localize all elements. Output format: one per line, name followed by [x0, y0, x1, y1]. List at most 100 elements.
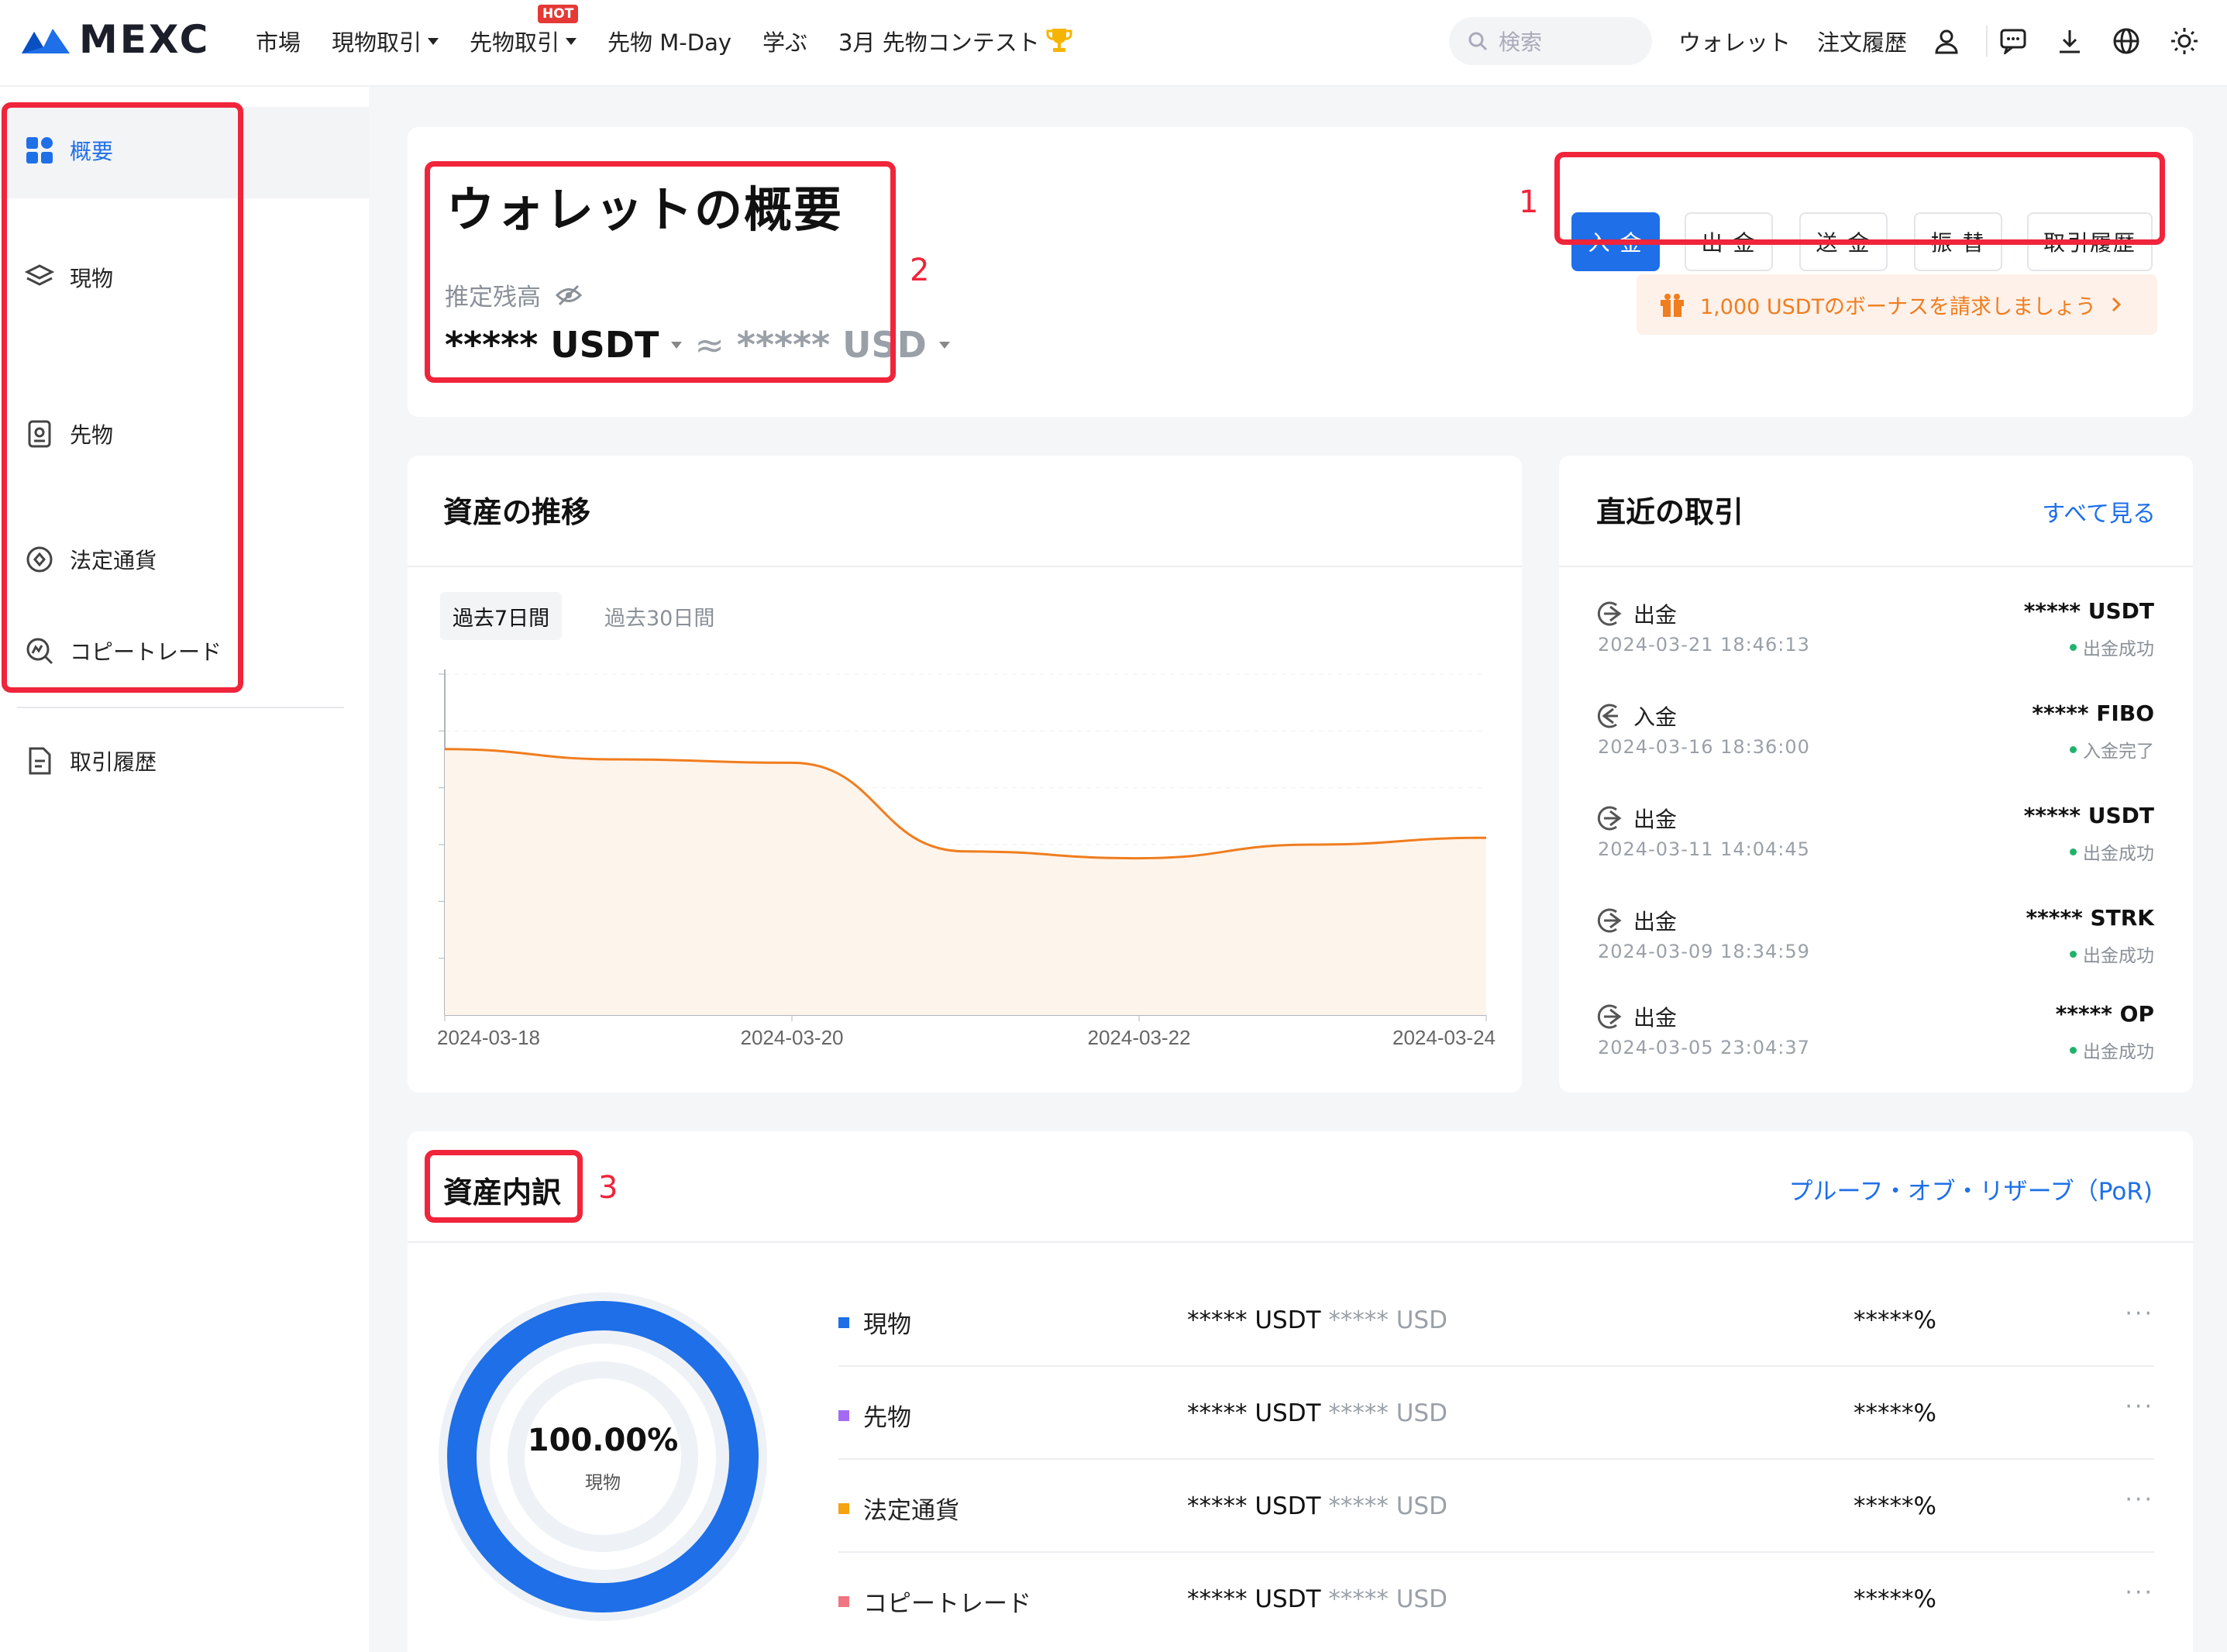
download-icon[interactable] [2057, 28, 2083, 54]
donut-label: 現物 [585, 1473, 621, 1493]
transaction-status-label: 出金成功 [2083, 639, 2154, 659]
annotation-box-sidebar [2, 102, 243, 693]
asset-name: コピートレード [838, 1584, 1031, 1619]
transaction-status: 出金成功 [2070, 1037, 2154, 1063]
transaction-amount: ***** STRK [2026, 905, 2154, 931]
transaction-type-label: 入金 [1633, 704, 1678, 730]
bonus-banner[interactable]: 1,000 USDTのボーナスを請求しましょう [1637, 274, 2157, 335]
mexc-logo[interactable]: MEXC [20, 17, 210, 62]
recent-transactions-title: 直近の取引 [1596, 495, 1744, 529]
asset-trend-title: 資産の推移 [443, 495, 591, 529]
transaction-status-label: 出金成功 [2083, 1042, 2154, 1062]
tab-7-days[interactable]: 過去7日間 [440, 592, 563, 640]
transaction-type: 出金 [1596, 905, 1677, 936]
transaction-status: 出金成功 [2070, 634, 2154, 660]
asset-name-label: コピートレード [863, 1590, 1031, 1618]
view-all-link[interactable]: すべて見る [2042, 494, 2156, 528]
transaction-row[interactable]: 出金 2024-03-21 18:46:13 ***** USDT 出金成功 [1596, 598, 2154, 683]
order-history-link[interactable]: 注文履歴 [1817, 25, 1907, 57]
transaction-row[interactable]: 出金 2024-03-09 18:34:59 ***** STRK 出金成功 [1596, 905, 2154, 990]
divider [1559, 566, 2193, 567]
theme-sun-icon[interactable] [2170, 26, 2199, 56]
proof-of-reserves-link[interactable]: プルーフ・オブ・リザーブ（PoR) [1789, 1172, 2153, 1206]
nav-learn[interactable]: 学ぶ [762, 25, 807, 57]
top-right-links: ウォレット 注文履歴 [1678, 0, 1988, 82]
annotation-box-breakdown [425, 1150, 583, 1223]
trophy-icon [1046, 29, 1072, 52]
nav-futures-contest[interactable]: 3月 先物コンテスト [838, 25, 1072, 57]
divider [408, 566, 1522, 567]
asset-row: 先物 ***** USDT ***** USD *****% ··· [838, 1367, 2154, 1460]
more-options-icon[interactable]: ··· [2125, 1393, 2154, 1420]
sidebar-item-label: 取引履歴 [70, 749, 157, 775]
document-icon [29, 747, 51, 775]
nav-markets[interactable]: 市場 [256, 25, 301, 57]
more-options-icon[interactable]: ··· [2125, 1579, 2154, 1606]
mexc-logo-icon [22, 29, 70, 53]
asset-trend-chart: 2024-03-18 2024-03-20 2024-03-22 2024-03-24 [437, 669, 1496, 1049]
more-options-icon[interactable]: ··· [2125, 1486, 2154, 1513]
chevron-down-icon [566, 37, 577, 45]
asset-amount-usdt: ***** USDT [1187, 1306, 1321, 1334]
more-options-icon[interactable]: ··· [2125, 1300, 2154, 1327]
legend-swatch [838, 1595, 849, 1607]
x-tick-label: 2024-03-20 [741, 1026, 844, 1049]
transaction-type: 入金 [1596, 700, 1677, 731]
series-area [445, 749, 1486, 1015]
asset-name-label: 現物 [863, 1311, 911, 1339]
asset-percentage: *****% [1854, 1492, 1936, 1520]
transaction-type-label: 出金 [1633, 1005, 1678, 1031]
nav-spot-trading[interactable]: 現物取引 [332, 25, 439, 57]
asset-amount: ***** USDT ***** USD [1187, 1492, 1447, 1520]
transaction-row[interactable]: 出金 2024-03-11 14:04:45 ***** USDT 出金成功 [1596, 803, 2154, 888]
transaction-amount: ***** FIBO [2032, 700, 2154, 726]
chevron-right-icon [2112, 297, 2122, 312]
deposit-arrow-icon [1597, 704, 1618, 728]
withdraw-arrow-icon [1597, 806, 1622, 831]
asset-row: 現物 ***** USDT ***** USD *****% ··· [838, 1274, 2154, 1367]
transaction-amount: ***** USDT [2023, 598, 2154, 624]
asset-amount-usd: ***** USD [1328, 1492, 1447, 1520]
transaction-row[interactable]: 出金 2024-03-05 23:04:37 ***** OP 出金成功 [1596, 1001, 2154, 1086]
asset-amount: ***** USDT ***** USD [1187, 1306, 1447, 1334]
asset-amount-usd: ***** USD [1328, 1585, 1447, 1613]
nav-learn-label: 学ぶ [762, 29, 808, 56]
annotation-label-1: 1 [1519, 184, 1539, 220]
top-navigation-bar: MEXC 市場 現物取引 HOT 先物取引 先物 M-Day 学ぶ 3月 先物コン… [0, 0, 2227, 87]
transaction-row[interactable]: 入金 2024-03-16 18:36:00 ***** FIBO 入金完了 [1596, 700, 2154, 786]
nav-futures-trading[interactable]: HOT 先物取引 [470, 5, 579, 57]
asset-amount-usd: ***** USD [1328, 1306, 1447, 1334]
transaction-status-label: 入金完了 [2083, 742, 2154, 762]
tab-30-days[interactable]: 過去30日間 [592, 592, 727, 640]
status-dot [2070, 1046, 2077, 1054]
transaction-type-label: 出金 [1633, 909, 1678, 934]
asset-name: 先物 [838, 1398, 911, 1433]
transaction-time: 2024-03-16 18:36:00 [1598, 736, 1810, 758]
withdraw-arrow-icon [1597, 1004, 1622, 1029]
asset-row: コピートレード ***** USDT ***** USD *****% ··· [838, 1553, 2154, 1646]
asset-row: 法定通貨 ***** USDT ***** USD *****% ··· [838, 1460, 2154, 1553]
asset-amount-usdt: ***** USDT [1187, 1585, 1321, 1613]
main-nav: 市場 現物取引 HOT 先物取引 先物 M-Day 学ぶ 3月 先物コンテスト [256, 0, 1072, 82]
transaction-status-label: 出金成功 [2083, 946, 2154, 966]
search-input[interactable]: 検索 [1449, 17, 1652, 65]
transaction-type: 出金 [1596, 1001, 1677, 1032]
globe-icon[interactable] [2112, 27, 2140, 55]
sidebar-divider [17, 707, 344, 708]
chevron-down-icon[interactable] [938, 341, 950, 349]
gift-icon [1661, 294, 1684, 317]
nav-futures-mday[interactable]: 先物 M-Day [608, 25, 731, 57]
wallet-link[interactable]: ウォレット [1678, 25, 1791, 57]
message-icon[interactable] [1999, 28, 2027, 54]
sidebar-item-transaction-history[interactable]: 取引履歴 [25, 745, 157, 776]
transaction-status-label: 出金成功 [2083, 844, 2154, 864]
asset-name: 法定通貨 [838, 1491, 959, 1526]
transaction-type: 出金 [1596, 803, 1677, 834]
nav-contest-label: 3月 先物コンテスト [838, 29, 1040, 56]
nav-futures-label: 先物取引 [470, 29, 560, 56]
legend-swatch [838, 1502, 849, 1514]
nav-markets-label: 市場 [256, 29, 301, 56]
x-tick-label: 2024-03-24 [1392, 1026, 1496, 1049]
transaction-status: 出金成功 [2070, 941, 2154, 967]
user-icon[interactable] [1933, 28, 1960, 54]
